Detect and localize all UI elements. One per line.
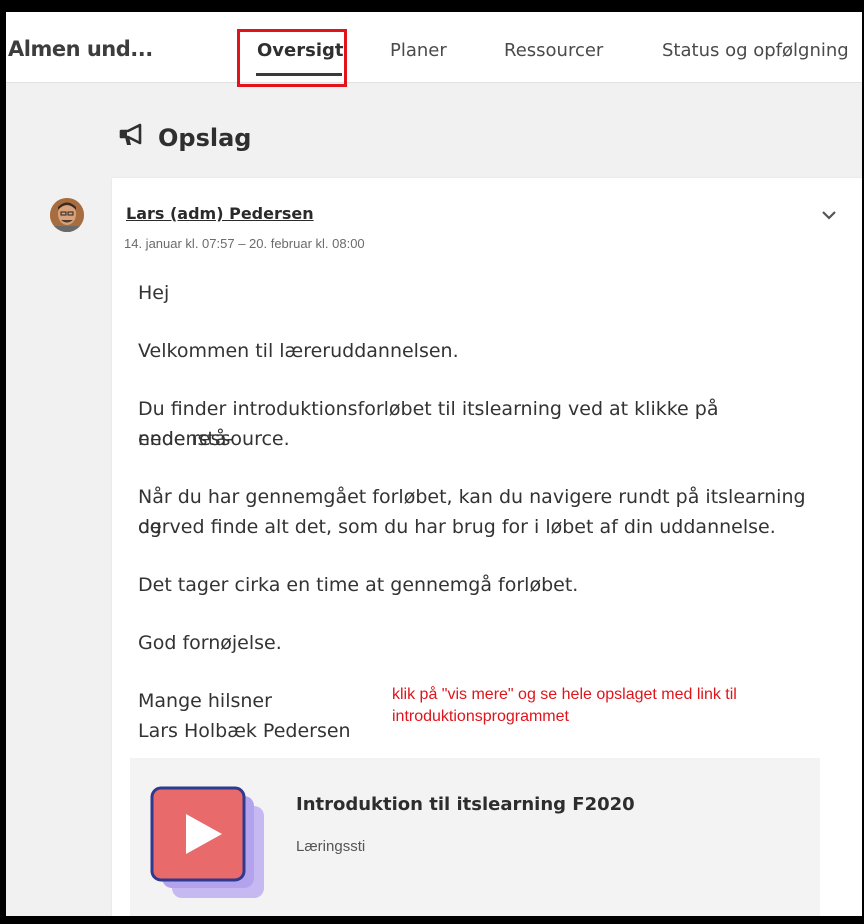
post-card: Lars (adm) Pedersen 14. januar kl. 07:57… xyxy=(112,178,862,916)
app-frame: Almen und... Oversigt Planer Ressourcer … xyxy=(6,12,862,916)
post-line-greeting: Hej xyxy=(138,282,170,304)
course-title[interactable]: Almen und... xyxy=(8,37,153,61)
post-line-enjoy: God fornøjelse. xyxy=(138,632,282,654)
play-icon[interactable] xyxy=(150,786,268,904)
post-line-navigate-2: derved finde alt det, som du har brug fo… xyxy=(138,516,776,538)
highlight-annotation-box xyxy=(237,29,347,87)
post-line-welcome: Velkommen til læreruddannelsen. xyxy=(138,340,459,362)
resource-card[interactable]: Introduktion til itslearning F2020 Lærin… xyxy=(130,758,820,916)
tab-status-og-opfolgning[interactable]: Status og opfølgning xyxy=(662,40,849,61)
megaphone-icon xyxy=(118,122,148,153)
tab-planer[interactable]: Planer xyxy=(390,40,447,61)
post-author-link[interactable]: Lars (adm) Pedersen xyxy=(126,204,314,223)
author-avatar[interactable] xyxy=(50,198,84,232)
section-title: Opslag xyxy=(158,123,252,152)
section-header: Opslag xyxy=(118,122,251,153)
resource-type: Læringssti xyxy=(296,838,366,855)
post-line-instructions-2: ende ressource. xyxy=(138,428,290,450)
post-line-duration: Det tager cirka en time at gennemgå forl… xyxy=(138,574,579,596)
post-dates: 14. januar kl. 07:57 – 20. februar kl. 0… xyxy=(124,236,365,251)
resource-title[interactable]: Introduktion til itslearning F2020 xyxy=(296,794,635,815)
chevron-down-icon[interactable] xyxy=(818,204,840,226)
top-navigation: Almen und... Oversigt Planer Ressourcer … xyxy=(6,12,862,87)
red-annotation-note: klik på "vis mere" og se hele opslaget m… xyxy=(392,686,737,725)
tab-ressourcer[interactable]: Ressourcer xyxy=(504,40,603,61)
